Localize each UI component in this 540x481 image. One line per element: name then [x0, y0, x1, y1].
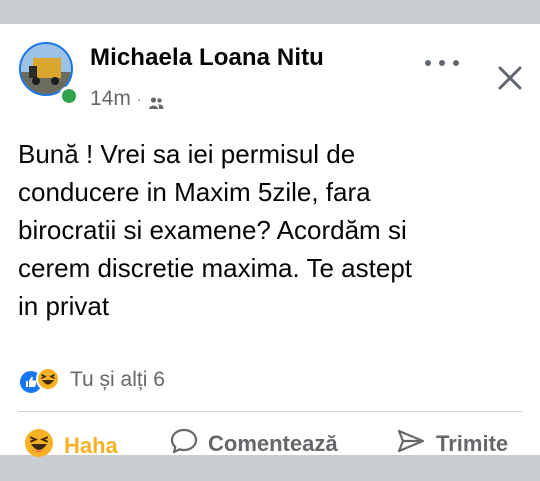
send-icon — [396, 428, 426, 460]
post-meta: 14m · — [90, 87, 164, 111]
post-time[interactable]: 14m — [90, 87, 131, 111]
close-icon[interactable] — [496, 64, 524, 92]
author-name[interactable]: Michaela Loana Nitu — [90, 44, 324, 72]
reaction-icons — [18, 367, 64, 395]
comment-label: Comentează — [208, 431, 338, 456]
comment-button[interactable]: Comentează — [170, 428, 338, 460]
post-text: Bună ! Vrei sa iei permisul de conducere… — [18, 139, 412, 321]
friends-icon — [148, 92, 164, 109]
online-status-indicator — [59, 86, 79, 106]
divider — [18, 411, 522, 412]
reaction-summary-text[interactable]: Tu și alți 6 — [70, 368, 165, 392]
haha-icon — [36, 367, 60, 391]
haha-icon — [24, 428, 54, 464]
meta-separator: · — [136, 91, 142, 107]
reaction-summary[interactable]: Tu și alți 6 — [18, 367, 165, 395]
haha-reaction-button[interactable]: Haha — [24, 428, 118, 464]
comment-icon — [170, 428, 198, 460]
post-card: Michaela Loana Nitu 14m · Bună ! Vrei sa… — [0, 24, 540, 458]
more-options-icon[interactable] — [425, 50, 459, 76]
share-label: Trimite — [436, 431, 509, 456]
share-button[interactable]: Trimite — [396, 428, 508, 460]
haha-label: Haha — [64, 433, 118, 458]
